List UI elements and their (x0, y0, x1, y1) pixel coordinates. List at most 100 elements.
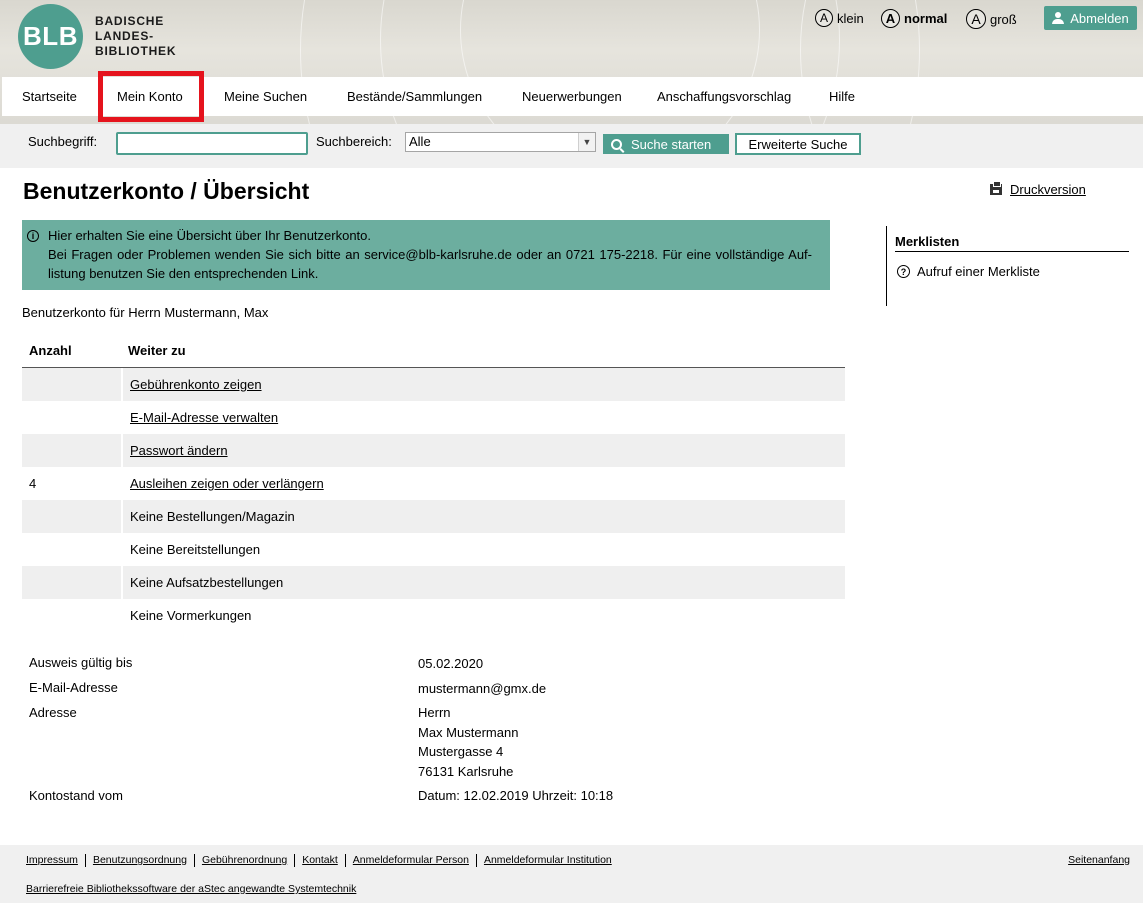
nav-item-hilfe[interactable]: Hilfe (829, 77, 855, 116)
active-nav-highlight (98, 71, 204, 122)
column-header-count: Anzahl (29, 343, 72, 358)
row-link-label: Gebührenkonto zeigen (130, 377, 262, 392)
font-size-normal[interactable]: A normal (881, 9, 947, 28)
change-password-link[interactable]: Passwort ändern (121, 434, 845, 467)
email-label: E-Mail-Adresse (29, 680, 118, 695)
footer-credit-link[interactable]: Barrierefreie Bibliothekssoftware der aS… (26, 883, 356, 895)
row-link-label: E-Mail-Adresse verwalten (130, 410, 279, 425)
table-header: Anzahl Weiter zu (22, 334, 845, 368)
print-link[interactable]: Druckversion (990, 181, 1086, 197)
print-label: Druckversion (1010, 182, 1086, 197)
advanced-search-button[interactable]: Erweiterte Suche (735, 133, 861, 155)
nav-item-bestaende[interactable]: Bestände/Sammlungen (347, 77, 482, 116)
merkliste-link[interactable]: ? Aufruf einer Merkliste (897, 264, 1040, 279)
page-title: Benutzerkonto / Übersicht (23, 178, 310, 204)
logo-line: BIBLIOTHEK (95, 44, 177, 58)
sidebar-title: Merklisten (895, 234, 1129, 252)
info-box: i Hier erhalten Sie eine Übersicht über … (22, 220, 830, 290)
font-size-icon: A (815, 9, 833, 27)
nav-item-startseite[interactable]: Startseite (22, 77, 77, 116)
logo[interactable]: BLB (18, 4, 83, 69)
logo-line: LANDES- (95, 29, 154, 43)
footer-separator (294, 854, 296, 867)
address-label: Adresse (29, 705, 77, 720)
footer-link-gebuehrenordnung[interactable]: Gebührenordnung (202, 854, 287, 867)
font-size-icon: A (966, 9, 986, 29)
balance-label: Kontostand vom (29, 788, 123, 803)
address-line: 76131 Karlsruhe (418, 763, 514, 779)
loans-link[interactable]: Ausleihen zeigen oder verlängern (121, 467, 845, 500)
search-input[interactable] (116, 132, 308, 155)
row-label: Keine Vormerkungen (121, 599, 845, 632)
footer-link-kontakt[interactable]: Kontakt (302, 854, 338, 867)
search-scope-select[interactable]: Alle ▼ (405, 132, 596, 152)
table-row: Gebührenkonto zeigen (22, 368, 845, 401)
table-row: Keine Aufsatzbestellungen (22, 566, 845, 599)
logo-line: BADISCHE (95, 14, 165, 28)
footer-separator (193, 854, 195, 867)
row-link-label: Ausleihen zeigen oder verlängern (130, 476, 324, 491)
email-manage-link[interactable]: E-Mail-Adresse verwalten (121, 401, 845, 434)
footer-links: Impressum Benutzungsordnung Gebührenordn… (26, 854, 612, 867)
logo-text: BADISCHE LANDES- BIBLIOTHEK (95, 14, 176, 59)
email-value: mustermann@gmx.de (418, 681, 547, 696)
fees-account-link[interactable]: Gebührenkonto zeigen (121, 368, 845, 401)
row-count (22, 566, 121, 599)
row-count: 4 (29, 476, 37, 491)
footer-link-anmeldeformular-person[interactable]: Anmeldeformular Person (353, 854, 469, 867)
row-label: Keine Bestellungen/Magazin (121, 500, 845, 533)
logo-abbr: BLB (23, 21, 78, 51)
footer-link-anmeldeformular-institution[interactable]: Anmeldeformular Institution (484, 854, 612, 867)
row-count (22, 533, 121, 566)
font-size-label: groß (990, 11, 1017, 27)
address-line: Mustergasse 4 (418, 744, 504, 759)
advanced-search-label: Erweiterte Suche (748, 136, 848, 152)
logout-button[interactable]: Abmelden (1044, 6, 1137, 30)
printer-icon (990, 181, 1002, 195)
main-nav: Startseite Mein Konto Meine Suchen Bestä… (2, 71, 1143, 122)
search-submit-label: Suche starten (631, 136, 712, 152)
nav-item-meine-suchen[interactable]: Meine Suchen (224, 77, 307, 116)
font-size-label: normal (904, 11, 948, 26)
font-size-large[interactable]: A groß (966, 9, 1017, 29)
row-count (22, 368, 121, 401)
user-icon (1052, 12, 1065, 24)
card-valid-value: 05.02.2020 (418, 656, 484, 671)
footer-separator (84, 854, 86, 867)
back-to-top-link[interactable]: Seitenanfang (1068, 854, 1130, 866)
table-row: 4 Ausleihen zeigen oder verlängern (22, 467, 845, 500)
row-label: Keine Bereitstellungen (121, 533, 845, 566)
chevron-down-icon[interactable]: ▼ (578, 133, 595, 151)
font-size-label: klein (837, 10, 864, 26)
info-icon: i (27, 230, 39, 242)
table-row: Keine Bestellungen/Magazin (22, 500, 845, 533)
font-size-icon: A (881, 9, 900, 28)
card-valid-label: Ausweis gültig bis (29, 655, 133, 670)
nav-item-anschaffungsvorschlag[interactable]: Anschaffungsvorschlag (657, 77, 791, 116)
row-count (22, 401, 121, 434)
column-header-link: Weiter zu (128, 343, 186, 358)
address-line: Max Mustermann (418, 724, 519, 740)
info-text-line2: Bei Fragen oder Problemen wenden Sie sic… (48, 247, 812, 281)
account-table: Anzahl Weiter zu Gebührenkonto zeigen E-… (22, 334, 845, 632)
table-row: Keine Bereitstellungen (22, 533, 845, 566)
merkliste-link-label: Aufruf einer Merkliste (917, 264, 1040, 279)
row-count (22, 434, 121, 467)
table-row: Passwort ändern (22, 434, 845, 467)
footer-separator (344, 854, 346, 867)
nav-item-neuerwerbungen[interactable]: Neuerwerbungen (522, 77, 622, 116)
info-text-line1: Hier erhalten Sie eine Übersicht über Ih… (48, 228, 372, 243)
sidebar-merklisten: Merklisten ? Aufruf einer Merkliste (886, 226, 1129, 306)
footer-link-impressum[interactable]: Impressum (26, 854, 78, 867)
font-size-small[interactable]: A klein (815, 9, 864, 27)
row-count (22, 599, 121, 632)
help-icon: ? (897, 265, 910, 278)
footer-separator (475, 854, 477, 867)
logout-label: Abmelden (1070, 10, 1129, 26)
search-submit-button[interactable]: Suche starten (603, 134, 729, 154)
search-icon (611, 138, 622, 150)
search-term-label: Suchbegriff: (28, 134, 98, 149)
table-row: E-Mail-Adresse verwalten (22, 401, 845, 434)
footer-link-benutzungsordnung[interactable]: Benutzungsordnung (93, 854, 187, 867)
footer: Impressum Benutzungsordnung Gebührenordn… (0, 845, 1143, 903)
